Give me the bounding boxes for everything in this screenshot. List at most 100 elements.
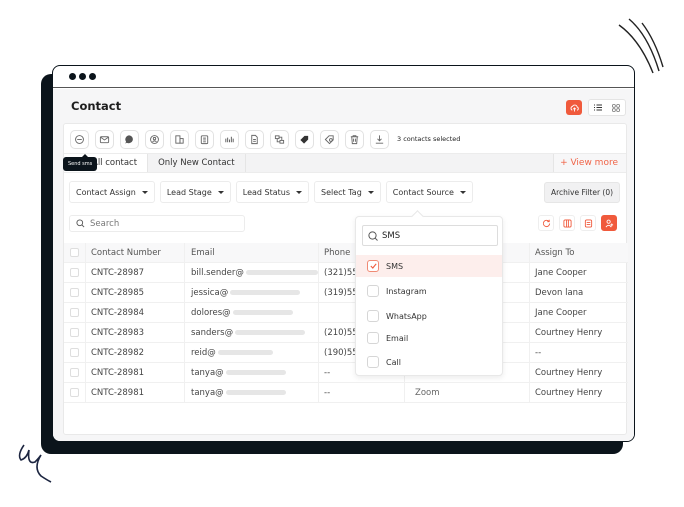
option-checkbox[interactable] <box>367 260 379 272</box>
tab-only-new-contact[interactable]: Only New Contact <box>148 154 246 172</box>
row-select-cell <box>64 323 86 342</box>
ivr-button[interactable] <box>220 129 239 149</box>
phone-cell: -- <box>319 383 405 402</box>
check-icon <box>369 263 377 269</box>
document-button[interactable] <box>245 129 264 149</box>
row-checkbox[interactable] <box>70 328 79 337</box>
contact-number[interactable]: CNTC-28983 <box>86 323 185 342</box>
row-checkbox[interactable] <box>70 308 79 317</box>
chat-button[interactable] <box>120 129 139 149</box>
redacted-email-domain <box>245 270 318 275</box>
column-header[interactable]: Assign To <box>530 243 628 262</box>
download-icon <box>375 134 384 144</box>
upload-button[interactable] <box>566 100 582 115</box>
table-row[interactable]: CNTC-28982 reid@ (190)55 -- <box>64 343 628 363</box>
filter-label: Contact Source <box>392 187 454 197</box>
caret-down-icon <box>217 190 224 194</box>
option-checkbox[interactable] <box>367 310 379 322</box>
email-button[interactable] <box>95 129 114 149</box>
contact-number[interactable]: CNTC-28987 <box>86 263 185 282</box>
option-checkbox[interactable] <box>367 332 379 344</box>
contact-number[interactable]: CNTC-28985 <box>86 283 185 302</box>
search-input[interactable]: Search <box>69 215 245 232</box>
email-text: tanya@ <box>191 367 224 378</box>
column-header[interactable]: Contact Number <box>86 243 185 262</box>
add-tag-button[interactable] <box>295 129 314 149</box>
row-select-cell <box>64 263 86 282</box>
column-header[interactable]: Email <box>185 243 319 262</box>
dropdown-search-value: SMS <box>382 230 401 241</box>
source-option[interactable]: WhatsApp <box>356 305 502 327</box>
filter-contact-source[interactable]: Contact Source <box>385 181 473 203</box>
table-row[interactable]: CNTC-28983 sanders@ (210)55 Courtney Henry <box>64 323 628 343</box>
row-select-cell <box>64 283 86 302</box>
row-checkbox[interactable] <box>70 288 79 297</box>
view-more-link[interactable]: + View more <box>553 154 626 172</box>
filter-bar: Contact Assign Lead Stage Lead Status Se… <box>69 181 473 203</box>
email-text: jessica@ <box>191 287 229 298</box>
contact-number[interactable]: CNTC-28981 <box>86 383 185 402</box>
source-option[interactable]: SMS <box>356 255 502 277</box>
grid-view-button[interactable] <box>607 100 625 115</box>
option-checkbox[interactable] <box>367 285 379 297</box>
download-button[interactable] <box>370 129 389 149</box>
option-label: Instagram <box>386 286 427 296</box>
list-view-icon <box>594 104 602 111</box>
row-checkbox[interactable] <box>70 368 79 377</box>
add-user-icon <box>605 219 613 227</box>
select-all-checkbox[interactable] <box>70 248 79 257</box>
assign-to-cell: Courtney Henry <box>535 367 603 378</box>
filter-lead-stage[interactable]: Lead Stage <box>159 181 231 203</box>
clipboard-icon <box>200 134 209 144</box>
row-checkbox[interactable] <box>70 348 79 357</box>
delete-button[interactable] <box>345 129 364 149</box>
edit-tag-button[interactable] <box>320 129 339 149</box>
caret-down-icon <box>459 190 466 194</box>
company-button[interactable] <box>170 129 189 149</box>
table-row[interactable]: CNTC-28987 bill.sender@ (321)55 Jane Cooper <box>64 263 628 283</box>
table-actions <box>538 215 617 231</box>
add-contact-button[interactable] <box>601 215 617 231</box>
filter-select-tag[interactable]: Select Tag <box>314 181 381 203</box>
dropdown-search-input[interactable]: SMS <box>362 225 498 246</box>
caret-down-icon <box>141 190 148 194</box>
source-option[interactable]: Instagram <box>356 280 502 302</box>
page-title: Contact <box>71 99 122 113</box>
contact-number[interactable]: CNTC-28981 <box>86 363 185 382</box>
source-option[interactable]: Call <box>356 351 502 373</box>
source-option[interactable]: Email <box>356 327 502 349</box>
export-button[interactable] <box>580 215 596 231</box>
email-cell: jessica@ <box>185 283 319 302</box>
tag-solid-icon <box>300 135 309 144</box>
clipboard-button[interactable] <box>195 129 214 149</box>
row-checkbox[interactable] <box>70 268 79 277</box>
assign-to-cell: Jane Cooper <box>535 267 587 278</box>
refresh-button[interactable] <box>538 215 554 231</box>
columns-button[interactable] <box>559 215 575 231</box>
grid-view-icon <box>612 103 620 112</box>
assign-to-cell: Jane Cooper <box>535 307 587 318</box>
send-sms-button[interactable] <box>70 129 89 149</box>
redacted-email-domain <box>232 310 293 315</box>
trash-icon <box>350 134 359 144</box>
option-checkbox[interactable] <box>367 356 379 368</box>
table-row[interactable]: CNTC-28981tanya@--ZoomCourtney Henry <box>64 363 628 383</box>
list-view-button[interactable] <box>589 100 607 115</box>
archive-filter-button[interactable]: Archive Filter (0) <box>544 182 621 203</box>
filter-lead-status[interactable]: Lead Status <box>235 181 310 203</box>
workflow-button[interactable] <box>270 129 289 149</box>
selected-count: 3 contacts selected <box>397 135 461 143</box>
option-label: SMS <box>386 261 404 271</box>
row-checkbox[interactable] <box>70 388 79 397</box>
table-row[interactable]: CNTC-28984 dolores@ Jane Cooper <box>64 303 628 323</box>
option-label: Call <box>386 357 401 367</box>
reassign-button[interactable] <box>145 129 164 149</box>
table-row[interactable]: CNTC-28985 jessica@ (319)55 Devon lana <box>64 283 628 303</box>
company-icon <box>175 134 184 144</box>
cloud-upload-icon <box>570 104 579 112</box>
contact-number[interactable]: CNTC-28982 <box>86 343 185 362</box>
filter-contact-assign[interactable]: Contact Assign <box>69 181 155 203</box>
table-row[interactable]: CNTC-28981tanya@--ZoomCourtney Henry <box>64 383 628 403</box>
contact-number[interactable]: CNTC-28984 <box>86 303 185 322</box>
email-text: reid@ <box>191 347 216 358</box>
